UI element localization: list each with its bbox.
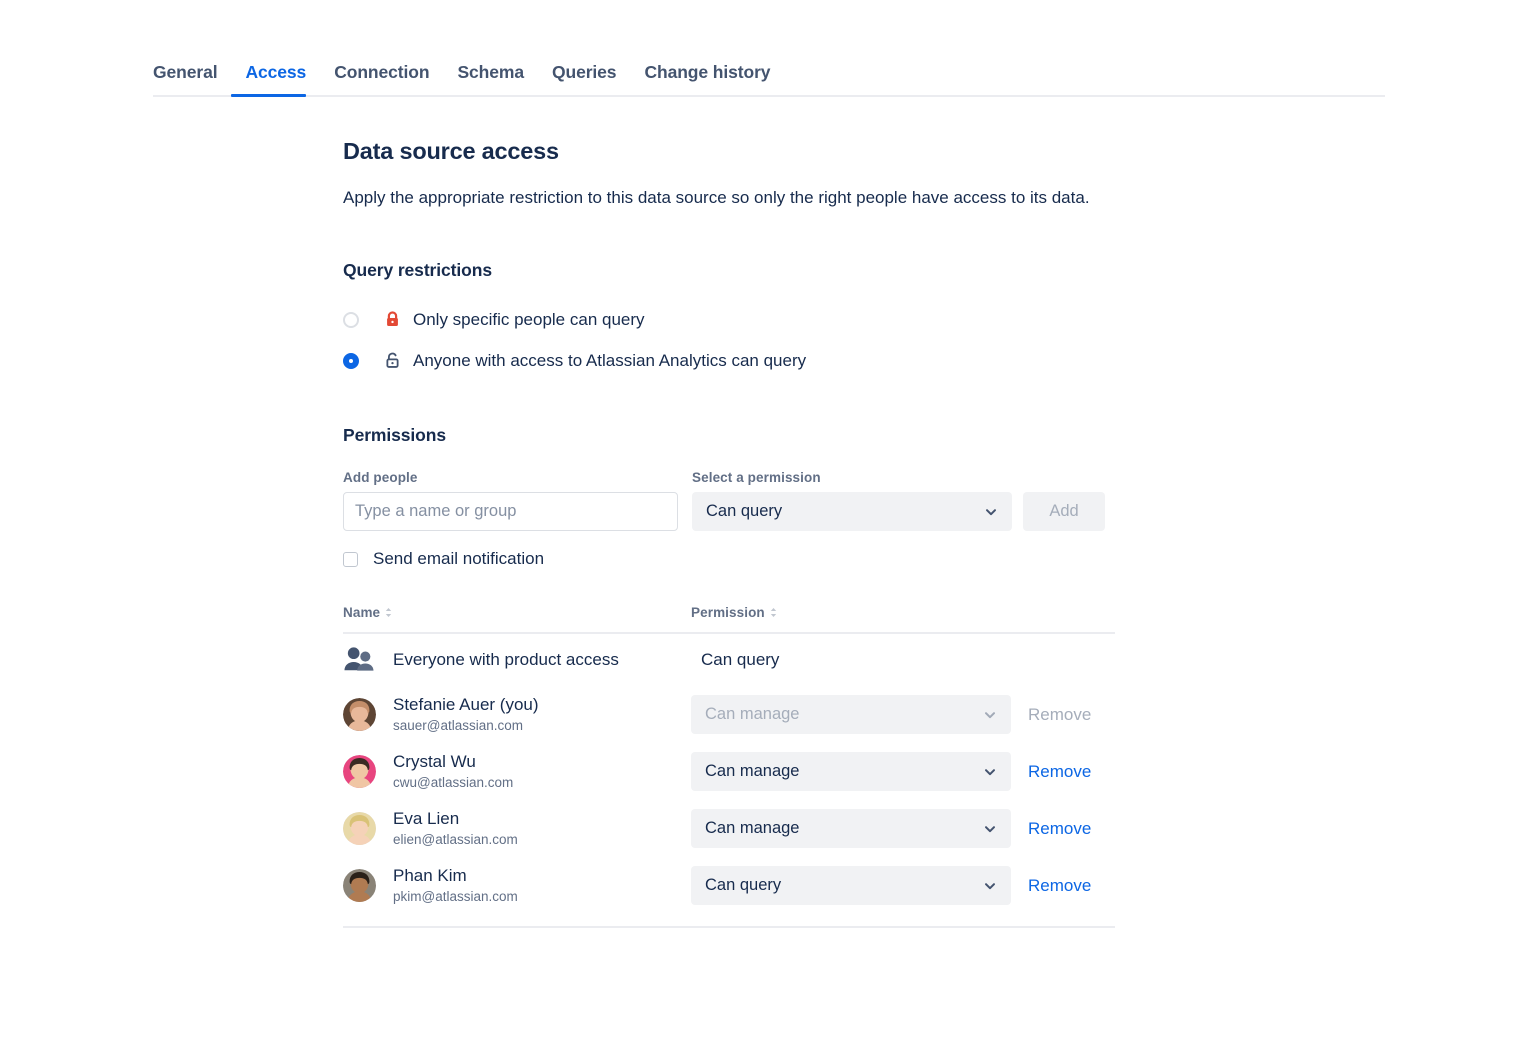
row-permission-text: Can query (691, 650, 1011, 670)
table-row: Phan Kimpkim@atlassian.com Can query Remov… (343, 857, 1115, 914)
lock-closed-icon (381, 310, 403, 329)
tab-bar: GeneralAccessConnectionSchemaQueriesChan… (153, 62, 1385, 97)
remove-button[interactable]: Remove (1028, 876, 1091, 895)
radio-button[interactable] (343, 312, 359, 328)
avatar (343, 755, 376, 788)
column-header-name[interactable]: Name (343, 605, 691, 620)
lock-open-icon (381, 351, 403, 370)
permission-cell: Can manage (691, 809, 1011, 848)
name-cell: Crystal Wucwu@atlassian.com (343, 751, 691, 792)
table-row: Everyone with product access Can query (343, 634, 1115, 686)
select-permission-dropdown[interactable]: Can query (692, 492, 1012, 531)
name-cell: Stefanie Auer (you)sauer@atlassian.com (343, 694, 691, 735)
query-restriction-option-1[interactable]: Anyone with access to Atlassian Analytic… (343, 345, 1133, 376)
table-row: Crystal Wucwu@atlassian.com Can manage Rem… (343, 743, 1115, 800)
user-email: sauer@atlassian.com (393, 716, 539, 735)
user-name: Stefanie Auer (you) (393, 694, 539, 715)
query-restrictions-heading: Query restrictions (343, 260, 1133, 281)
add-people-label: Add people (343, 470, 678, 485)
row-permission-dropdown[interactable]: Can query (691, 866, 1011, 905)
main-content: Data source access Apply the appropriate… (343, 138, 1133, 928)
remove-cell: Remove (1011, 762, 1115, 782)
user-info: Eva Lienelien@atlassian.com (393, 808, 518, 849)
column-header-permission[interactable]: Permission (691, 605, 778, 620)
sort-icon (384, 606, 393, 619)
row-permission-value: Can query (705, 876, 983, 895)
tab-connection[interactable]: Connection (320, 62, 443, 95)
page-description: Apply the appropriate restriction to thi… (343, 185, 1103, 211)
remove-button: Remove (1028, 705, 1091, 724)
radio-option-label: Anyone with access to Atlassian Analytic… (413, 351, 806, 371)
row-permission-dropdown: Can manage (691, 695, 1011, 734)
query-restriction-option-0[interactable]: Only specific people can query (343, 304, 1133, 335)
radio-option-label: Only specific people can query (413, 310, 645, 330)
add-button[interactable]: Add (1023, 492, 1105, 531)
send-email-label: Send email notification (373, 549, 544, 569)
remove-cell: Remove (1011, 819, 1115, 839)
add-people-field-group: Add people (343, 470, 678, 531)
name-cell: Eva Lienelien@atlassian.com (343, 808, 691, 849)
user-email: elien@atlassian.com (393, 830, 518, 849)
page-title: Data source access (343, 138, 1133, 165)
select-permission-field-group: Select a permission Can query (692, 470, 1012, 531)
table-bottom-divider (343, 926, 1115, 928)
table-header-row: Name Permission (343, 605, 1115, 634)
tab-schema[interactable]: Schema (443, 62, 538, 95)
send-email-notification-row[interactable]: Send email notification (343, 549, 1133, 569)
user-info: Crystal Wucwu@atlassian.com (393, 751, 513, 792)
tab-access[interactable]: Access (231, 62, 320, 95)
select-permission-label: Select a permission (692, 470, 1012, 485)
remove-cell: Remove (1011, 876, 1115, 896)
user-email: pkim@atlassian.com (393, 887, 518, 906)
permission-cell: Can manage (691, 695, 1011, 734)
permission-cell: Can manage (691, 752, 1011, 791)
permissions-table: Name Permission Everyone with product ac… (343, 605, 1115, 928)
table-row: Eva Lienelien@atlassian.com Can manage Rem… (343, 800, 1115, 857)
user-name: Eva Lien (393, 808, 518, 829)
column-header-permission-label: Permission (691, 605, 765, 620)
chevron-down-icon (983, 822, 997, 836)
name-cell: Phan Kimpkim@atlassian.com (343, 865, 691, 906)
sort-icon (769, 606, 778, 619)
tab-change-history[interactable]: Change history (630, 62, 784, 95)
row-permission-dropdown[interactable]: Can manage (691, 752, 1011, 791)
user-name: Phan Kim (393, 865, 518, 886)
group-name: Everyone with product access (393, 650, 619, 670)
remove-button[interactable]: Remove (1028, 762, 1091, 781)
permissions-heading: Permissions (343, 425, 1133, 446)
column-header-name-label: Name (343, 605, 380, 620)
tab-queries[interactable]: Queries (538, 62, 630, 95)
name-cell: Everyone with product access (343, 645, 691, 675)
user-name: Crystal Wu (393, 751, 513, 772)
remove-button[interactable]: Remove (1028, 819, 1091, 838)
add-people-form: Add people Select a permission Can query… (343, 470, 1133, 531)
permission-cell: Can query (691, 650, 1011, 670)
table-body: Everyone with product access Can query Ste… (343, 634, 1115, 914)
tab-general[interactable]: General (153, 62, 231, 95)
user-info: Stefanie Auer (you)sauer@atlassian.com (393, 694, 539, 735)
row-permission-value: Can manage (705, 819, 983, 838)
avatar (343, 869, 376, 902)
chevron-down-icon (984, 505, 998, 519)
chevron-down-icon (983, 708, 997, 722)
row-permission-value: Can manage (705, 705, 983, 724)
group-people-icon (343, 645, 376, 675)
permission-cell: Can query (691, 866, 1011, 905)
chevron-down-icon (983, 879, 997, 893)
avatar (343, 812, 376, 845)
send-email-checkbox[interactable] (343, 552, 358, 567)
chevron-down-icon (983, 765, 997, 779)
select-permission-value: Can query (706, 502, 984, 521)
user-info: Phan Kimpkim@atlassian.com (393, 865, 518, 906)
avatar (343, 698, 376, 731)
row-permission-dropdown[interactable]: Can manage (691, 809, 1011, 848)
radio-button[interactable] (343, 353, 359, 369)
remove-cell: Remove (1011, 705, 1115, 725)
table-row: Stefanie Auer (you)sauer@atlassian.com Ca… (343, 686, 1115, 743)
query-restrictions-radio-group: Only specific people can query Anyone wit… (343, 304, 1133, 376)
row-permission-value: Can manage (705, 762, 983, 781)
user-email: cwu@atlassian.com (393, 773, 513, 792)
add-people-input[interactable] (343, 492, 678, 531)
